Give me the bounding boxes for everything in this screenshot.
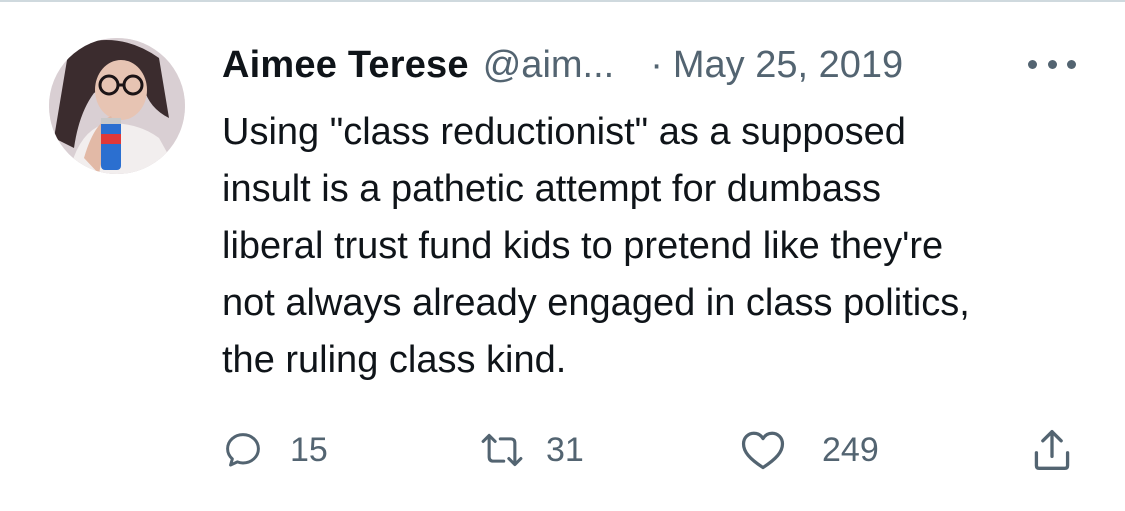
tweet-text-line: insult is a pathetic attempt for dumbass bbox=[222, 168, 881, 210]
top-divider bbox=[0, 0, 1125, 2]
header-separator: · bbox=[650, 44, 663, 86]
reply-button[interactable]: 15 bbox=[222, 420, 328, 480]
avatar[interactable] bbox=[49, 38, 185, 174]
share-icon bbox=[1034, 430, 1070, 470]
tweet-text-line: liberal trust fund kids to pretend like … bbox=[222, 225, 944, 267]
more-dot bbox=[1047, 59, 1057, 69]
retweet-button[interactable]: 31 bbox=[478, 420, 584, 480]
tweet-header: Aimee Terese @aim... · May 25, 2019 bbox=[222, 40, 1082, 90]
like-button[interactable]: 249 bbox=[740, 420, 879, 480]
heart-icon bbox=[741, 431, 785, 470]
retweet-icon bbox=[481, 433, 523, 467]
action-bar: 15 31 249 bbox=[0, 420, 1125, 480]
more-dot bbox=[1067, 59, 1076, 69]
avatar-image bbox=[49, 38, 185, 174]
reply-count: 15 bbox=[290, 430, 328, 469]
share-button[interactable] bbox=[1030, 420, 1074, 480]
tweet-text-line: not always already engaged in class poli… bbox=[222, 282, 970, 324]
author-handle[interactable]: @aim... bbox=[483, 40, 614, 90]
like-count: 249 bbox=[822, 430, 879, 469]
reply-icon bbox=[226, 433, 260, 467]
retweet-count: 31 bbox=[546, 430, 584, 469]
tweet-text-line: the ruling class kind. bbox=[222, 339, 567, 381]
tweet-text-line: Using "class reductionist" as a supposed bbox=[222, 111, 906, 153]
more-icon[interactable] bbox=[1028, 56, 1076, 72]
tweet-date[interactable]: May 25, 2019 bbox=[673, 40, 903, 90]
author-name[interactable]: Aimee Terese bbox=[222, 40, 469, 90]
more-dot bbox=[1028, 59, 1037, 69]
tweet-text: Using "class reductionist" as a supposed… bbox=[222, 104, 1102, 389]
